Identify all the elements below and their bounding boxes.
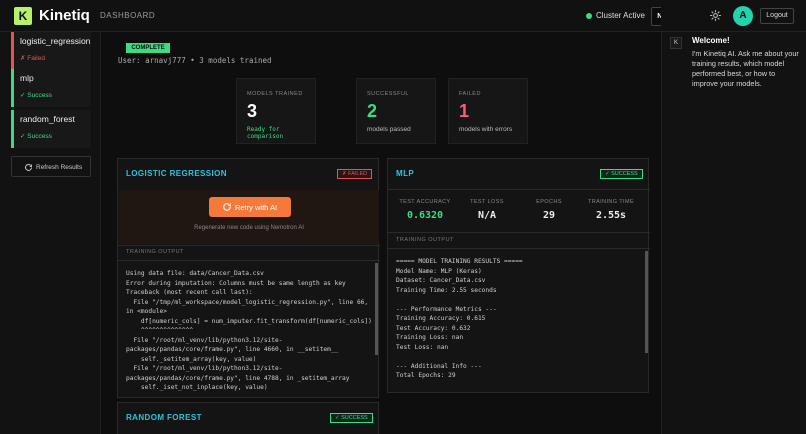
metric-label: EPOCHS xyxy=(536,199,562,205)
metric-test-accuracy: TEST ACCURACY 0.6320 xyxy=(395,199,455,221)
stat-label: FAILED xyxy=(459,91,481,97)
chat-title: Welcome! xyxy=(692,36,730,45)
metric-label: TEST LOSS xyxy=(470,199,504,205)
success-badge: ✓ SUCCESS xyxy=(330,413,373,423)
sidebar: logistic_regression ✗ Failed mlp ✓ Succe… xyxy=(0,32,101,434)
logout-button[interactable]: Logout xyxy=(760,8,794,24)
retry-section: Retry with AI Regenerate new code using … xyxy=(119,190,379,244)
refresh-results-button[interactable]: Refresh Results xyxy=(11,156,91,177)
stat-successful: SUCCESSFUL 2 models passed xyxy=(356,78,436,144)
sidebar-item-status: ✓ Success xyxy=(20,92,52,99)
metric-label: TEST ACCURACY xyxy=(399,199,451,205)
metric-training-time: TRAINING TIME 2.55s xyxy=(581,199,641,221)
stat-failed: FAILED 1 models with errors xyxy=(448,78,528,144)
metric-epochs: EPOCHS 29 xyxy=(519,199,579,221)
sidebar-item-label: random_forest xyxy=(20,114,75,124)
scrollbar[interactable] xyxy=(375,263,378,355)
avatar[interactable]: A xyxy=(733,6,753,26)
refresh-icon xyxy=(25,164,32,171)
card-mlp: MLP ✓ SUCCESS TEST ACCURACY 0.6320 TEST … xyxy=(387,158,650,393)
gear-icon[interactable] xyxy=(709,9,722,22)
training-output-label: TRAINING OUTPUT xyxy=(396,237,454,243)
refresh-results-label: Refresh Results xyxy=(36,164,83,171)
divider xyxy=(118,260,380,261)
sidebar-item-label: logistic_regression xyxy=(20,36,91,46)
sidebar-item-mlp[interactable]: mlp ✓ Success xyxy=(11,69,91,107)
stat-label: SUCCESSFUL xyxy=(367,91,409,97)
stat-value: 2 xyxy=(367,101,378,121)
scrollbar[interactable] xyxy=(645,251,648,353)
sidebar-item-label: mlp xyxy=(20,73,34,83)
training-output-label: TRAINING OUTPUT xyxy=(126,249,184,255)
logo: K xyxy=(14,7,32,25)
retry-with-ai-button[interactable]: Retry with AI xyxy=(209,197,291,217)
stat-value: 1 xyxy=(459,101,470,121)
training-output-log[interactable]: Using data file: data/Cancer_Data.csv Er… xyxy=(126,269,374,393)
divider xyxy=(388,232,650,233)
metric-test-loss: TEST LOSS N/A xyxy=(457,199,517,221)
chat-avatar: K xyxy=(670,37,682,49)
cluster-status-dot xyxy=(586,13,592,19)
card-title: LOGISTIC REGRESSION xyxy=(126,169,227,178)
cluster-status: Cluster Active xyxy=(596,11,645,20)
sidebar-item-random-forest[interactable]: random_forest ✓ Success xyxy=(11,110,91,148)
metric-value: 29 xyxy=(542,210,556,221)
stat-sub: models with errors xyxy=(459,126,513,133)
divider xyxy=(388,189,650,190)
divider xyxy=(118,245,380,246)
status-badge: COMPLETE xyxy=(126,43,170,53)
retry-subtext: Regenerate new code using Nemotron AI xyxy=(194,225,304,231)
sidebar-item-logistic-regression[interactable]: logistic_regression ✗ Failed xyxy=(11,32,91,70)
sidebar-item-status: ✓ Success xyxy=(20,133,52,140)
top-bar: K Kinetiq DASHBOARD Cluster Active NEW R… xyxy=(0,0,697,32)
stat-sub: models passed xyxy=(367,126,411,133)
breadcrumb[interactable]: DASHBOARD xyxy=(100,11,155,20)
training-output-log[interactable]: ===== MODEL TRAINING RESULTS ===== Model… xyxy=(396,257,644,381)
refresh-icon xyxy=(223,203,231,211)
stat-value: 3 xyxy=(247,101,258,121)
stat-label: MODELS TRAINED xyxy=(247,91,303,97)
retry-label: Retry with AI xyxy=(235,203,278,212)
sidebar-item-status: ✗ Failed xyxy=(20,55,45,62)
metric-value: 2.55s xyxy=(595,210,627,221)
metric-label: TRAINING TIME xyxy=(587,199,635,205)
failed-badge: ✗ FAILED xyxy=(337,169,373,179)
stat-sub: Ready for comparison xyxy=(247,126,284,140)
user-line: User: arnavj777 • 3 models trained xyxy=(118,56,272,65)
stat-models-trained: MODELS TRAINED 3 Ready for comparison xyxy=(236,78,316,144)
success-badge: ✓ SUCCESS xyxy=(600,169,643,179)
card-title: RANDOM FOREST xyxy=(126,413,202,422)
metric-value: 0.6320 xyxy=(406,210,444,221)
brand-name[interactable]: Kinetiq xyxy=(39,7,90,24)
card-title: MLP xyxy=(396,169,415,178)
chat-message: I'm Kinetiq AI. Ask me about your traini… xyxy=(692,49,799,88)
card-random-forest: RANDOM FOREST ✓ SUCCESS xyxy=(117,402,379,434)
metric-value: N/A xyxy=(477,210,497,221)
divider xyxy=(388,248,650,249)
ai-chat-panel: K Welcome! I'm Kinetiq AI. Ask me about … xyxy=(661,32,806,434)
card-logistic-regression: LOGISTIC REGRESSION ✗ FAILED Retry with … xyxy=(117,158,380,398)
